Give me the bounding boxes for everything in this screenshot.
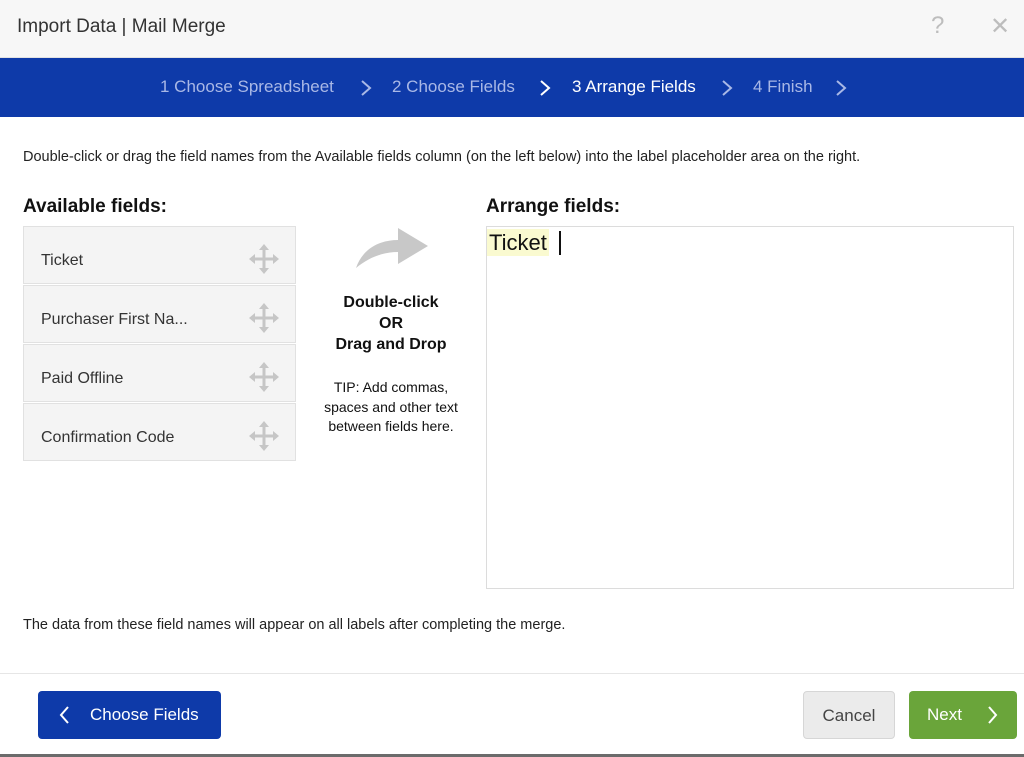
footer-divider	[0, 673, 1024, 674]
tip-line: TIP: Add commas,	[333, 379, 449, 395]
step-arrange-fields[interactable]: 3 Arrange Fields	[572, 77, 696, 97]
dialog-title: Import Data | Mail Merge	[17, 16, 226, 37]
curved-arrow-icon	[356, 228, 428, 268]
drag-and-drop-label: Drag and Drop	[335, 336, 447, 353]
double-click-label: Double-click	[343, 294, 439, 311]
tip-line: between fields here.	[328, 418, 454, 434]
tip-line: spaces and other text	[324, 398, 458, 415]
next-button[interactable]: Next	[909, 691, 1017, 739]
chevron-left-icon	[59, 706, 69, 724]
field-item-purchaser-first-name[interactable]: Purchaser First Na...	[23, 285, 296, 343]
chevron-right-icon	[988, 706, 998, 724]
close-icon[interactable]: ✕	[990, 12, 1010, 41]
wizard-steps-bar: 1 Choose Spreadsheet 2 Choose Fields 3 A…	[0, 58, 1024, 117]
or-label: OR	[379, 315, 403, 332]
field-item-paid-offline[interactable]: Paid Offline	[23, 344, 296, 402]
field-label: Purchaser First Na...	[41, 311, 188, 328]
chevron-right-icon	[361, 80, 372, 96]
step-finish[interactable]: 4 Finish	[753, 77, 813, 97]
cancel-button-label: Cancel	[822, 706, 876, 725]
arrange-fields-area[interactable]: Ticket	[486, 226, 1014, 589]
field-item-ticket[interactable]: Ticket	[23, 226, 296, 284]
back-button-label: Choose Fields	[90, 705, 199, 724]
arrange-fields-heading: Arrange fields:	[486, 196, 621, 217]
move-icon[interactable]	[248, 243, 280, 275]
footer-note: The data from these field names will app…	[23, 617, 566, 633]
back-button[interactable]: Choose Fields	[38, 691, 221, 739]
next-button-label: Next	[927, 705, 962, 724]
field-label: Confirmation Code	[41, 429, 175, 446]
field-label: Ticket	[41, 252, 84, 269]
tip-text: TIP: Add commas, spaces and other text b…	[300, 378, 482, 437]
move-icon[interactable]	[248, 420, 280, 452]
move-icon[interactable]	[248, 302, 280, 334]
cancel-button[interactable]: Cancel	[803, 691, 895, 739]
chevron-right-icon	[540, 80, 551, 96]
field-label: Paid Offline	[41, 370, 124, 387]
field-item-confirmation-code[interactable]: Confirmation Code	[23, 403, 296, 461]
merge-field-token[interactable]: Ticket	[487, 229, 549, 256]
chevron-right-icon	[722, 80, 733, 96]
step-choose-fields[interactable]: 2 Choose Fields	[392, 77, 515, 97]
chevron-right-icon	[836, 80, 847, 96]
move-icon[interactable]	[248, 361, 280, 393]
double-click-or-drag-text: Double-click OR Drag and Drop	[300, 292, 482, 355]
available-fields-list: Ticket Purchaser First Na... Paid Offlin…	[23, 226, 296, 462]
step-choose-spreadsheet[interactable]: 1 Choose Spreadsheet	[160, 77, 334, 97]
instructions-text: Double-click or drag the field names fro…	[23, 149, 861, 165]
help-icon[interactable]: ?	[931, 12, 944, 40]
text-caret	[559, 231, 561, 255]
title-bar: Import Data | Mail Merge ? ✕	[0, 0, 1024, 58]
available-fields-heading: Available fields:	[23, 196, 167, 217]
